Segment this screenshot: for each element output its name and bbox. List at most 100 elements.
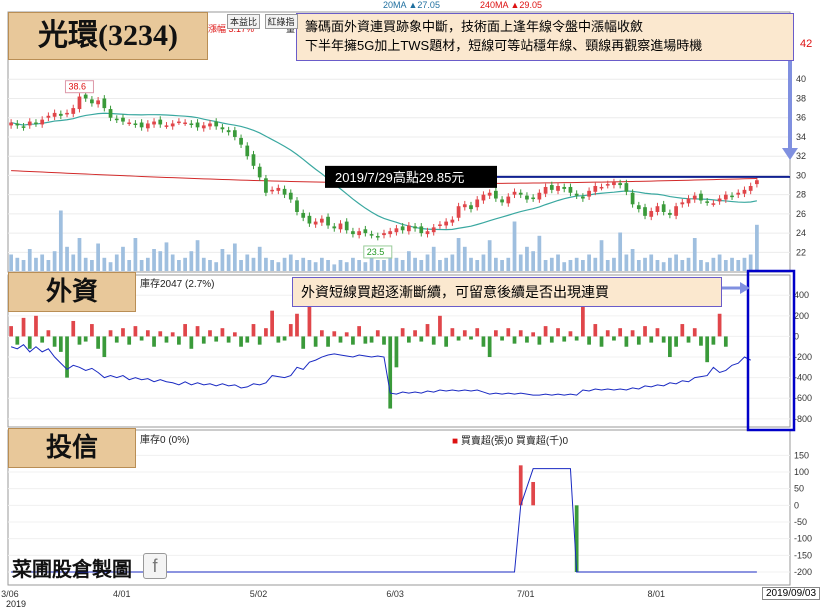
volume-bar: [40, 254, 45, 271]
candle-body: [133, 123, 138, 125]
volume-bar: [83, 257, 88, 271]
foreign-bar: [531, 332, 536, 337]
candle-body: [40, 119, 45, 125]
candle-body: [525, 195, 529, 200]
candle-body: [494, 190, 498, 199]
candle-body: [344, 221, 349, 231]
candle-body: [618, 183, 623, 186]
volume-bar: [52, 251, 57, 271]
volume-bar: [164, 242, 169, 271]
volume-bar: [127, 260, 132, 271]
volume-bar: [276, 262, 281, 271]
volume-bar: [413, 257, 417, 271]
foreign-bar: [232, 332, 237, 337]
candle-body: [599, 186, 604, 189]
trust-tick-label: -100: [794, 534, 812, 544]
volume-bar: [475, 260, 480, 271]
x-tick-label: 5/02: [250, 589, 268, 599]
volume-bar: [506, 257, 511, 271]
foreign-bar: [444, 336, 449, 347]
foreign-bar: [674, 336, 678, 347]
candle-body: [581, 196, 585, 199]
candle-body: [680, 202, 685, 205]
candle-body: [450, 219, 455, 223]
volume-bar: [245, 254, 250, 271]
foreign-bar: [599, 336, 604, 347]
x-tick-label: 4/01: [113, 589, 131, 599]
candle-body: [692, 195, 697, 200]
trust-bar: [531, 482, 536, 506]
volume-bar: [618, 232, 623, 271]
candle-body: [232, 130, 237, 137]
foreign-bar: [133, 326, 138, 337]
candle-body: [419, 226, 424, 234]
facebook-icon[interactable]: f: [143, 553, 167, 579]
candle-body: [556, 186, 560, 191]
volume-bar: [748, 254, 753, 271]
candle-body: [145, 123, 150, 129]
foreign-bar: [344, 332, 349, 337]
volume-bar: [692, 238, 697, 271]
foreign-bar: [388, 336, 393, 409]
volume-bar: [65, 246, 69, 271]
candle-body: [686, 198, 691, 204]
candle-body: [723, 194, 728, 200]
candle-body: [568, 186, 573, 193]
foreign-bar: [332, 331, 337, 337]
candle-body: [170, 123, 175, 127]
foreign-bar: [357, 326, 362, 337]
watermark: 菜圃股倉製圖: [12, 559, 132, 581]
candle-body: [46, 115, 51, 118]
volume-bar: [705, 262, 710, 271]
foreign-bar: [301, 336, 306, 349]
volume-bar: [214, 262, 219, 271]
candle-body: [183, 122, 187, 125]
volume-bar: [425, 254, 430, 271]
tab-red-green[interactable]: 紅綠指: [264, 14, 298, 29]
foreign-bar: [145, 330, 150, 337]
candle-body: [9, 122, 13, 126]
foreign-bar: [581, 305, 585, 337]
foreign-bar: [500, 336, 504, 341]
volume-bar: [96, 243, 100, 271]
volume-bar: [556, 254, 560, 271]
candle-body: [326, 216, 330, 226]
high-annotation: 38.6: [68, 82, 86, 92]
candle-body: [612, 182, 616, 186]
volume-bar: [351, 257, 355, 271]
volume-bar: [624, 254, 629, 271]
volume-bar: [419, 260, 424, 271]
volume-bar: [90, 260, 94, 271]
price-tick-label: 38: [796, 93, 806, 103]
volume-bar: [46, 260, 51, 271]
candle-body: [636, 205, 641, 210]
foreign-bar: [593, 324, 598, 337]
foreign-bar: [549, 336, 554, 343]
tab-pe-ratio[interactable]: 本益比: [227, 14, 261, 29]
candle-body: [481, 194, 486, 201]
candle-body: [319, 218, 324, 223]
price-tick-label: 26: [796, 209, 806, 219]
foreign-bar: [270, 310, 274, 337]
candle-body: [251, 154, 256, 166]
foreign-bar: [456, 336, 461, 341]
candle-body: [518, 192, 523, 195]
trust-tick-label: 0: [794, 500, 799, 510]
foreign-bar: [239, 336, 243, 347]
volume-bar: [593, 257, 598, 271]
trust-tick-label: -200: [794, 567, 812, 577]
foreign-tick-label: 400: [794, 290, 809, 300]
volume-bar: [674, 254, 678, 271]
foreign-tick-label: -600: [794, 393, 812, 403]
candle-body: [668, 212, 672, 215]
foreign-bar: [201, 336, 206, 344]
candle-body: [195, 122, 200, 128]
foreign-bar: [518, 330, 523, 337]
foreign-note: 外資短線買超逐漸斷續，可留意後續是否出現連買: [292, 277, 722, 307]
candle-body: [21, 126, 26, 128]
volume-bar: [680, 260, 685, 271]
foreign-bar: [158, 331, 163, 337]
candle-body: [425, 231, 430, 235]
candle-body: [313, 221, 318, 225]
candle-body: [121, 117, 125, 122]
